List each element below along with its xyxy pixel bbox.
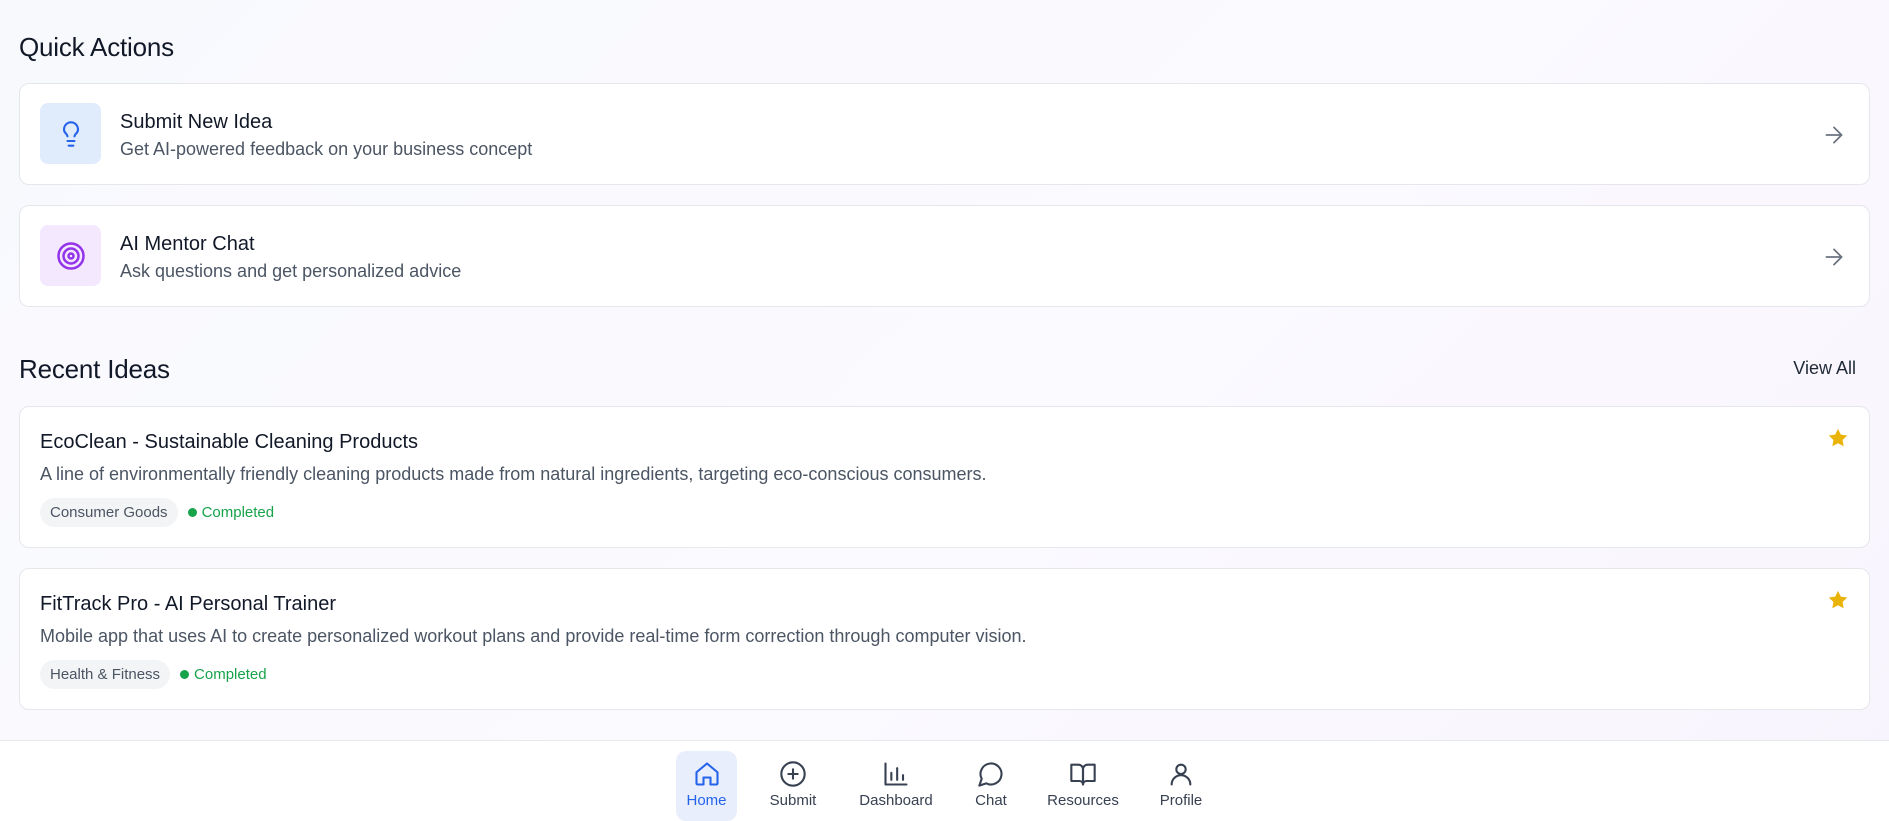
idea-tags: Health & Fitness Completed <box>40 660 267 689</box>
idea-title: FitTrack Pro - AI Personal Trainer <box>40 593 337 615</box>
idea-tags: Consumer Goods Completed <box>40 498 274 527</box>
idea-title: EcoClean - Sustainable Cleaning Products <box>40 431 418 453</box>
nav-label-resources: Resources <box>1047 792 1119 809</box>
nav-item-profile[interactable]: Profile <box>1151 751 1211 821</box>
ai-mentor-chat-card[interactable]: AI Mentor Chat Ask questions and get per… <box>19 205 1870 307</box>
chat-icon <box>978 762 1003 787</box>
nav-label-chat: Chat <box>975 792 1007 809</box>
qa-title: AI Mentor Chat <box>120 233 255 255</box>
status-label: Completed <box>201 504 275 521</box>
nav-label-profile: Profile <box>1159 792 1203 809</box>
target-icon <box>40 225 101 286</box>
category-tag: Health & Fitness <box>40 660 171 689</box>
bottom-navigation: Home Submit Dashboard Chat Resources Pro… <box>0 740 1889 821</box>
nav-item-home[interactable]: Home <box>676 751 737 821</box>
idea-card[interactable]: FitTrack Pro - AI Personal Trainer Mobil… <box>19 568 1870 710</box>
recent-ideas-heading: Recent Ideas <box>19 354 170 384</box>
plus-circle-icon <box>780 761 806 787</box>
quick-actions-heading: Quick Actions <box>19 32 174 62</box>
status-badge: Completed <box>187 504 275 521</box>
nav-label-home: Home <box>686 792 727 809</box>
idea-card[interactable]: EcoClean - Sustainable Cleaning Products… <box>19 406 1870 548</box>
qa-description: Ask questions and get personalized advic… <box>120 261 462 281</box>
nav-label-submit: Submit <box>769 792 817 809</box>
status-label: Completed <box>194 666 267 683</box>
arrow-right-icon <box>1825 248 1843 266</box>
lightbulb-icon <box>40 103 101 164</box>
status-dot <box>187 508 197 517</box>
qa-title: Submit New Idea <box>120 111 273 133</box>
view-all-link[interactable]: View All <box>1793 358 1856 379</box>
category-tag: Consumer Goods <box>40 498 178 527</box>
nav-item-resources[interactable]: Resources <box>1044 751 1122 821</box>
arrow-right-icon <box>1825 126 1843 144</box>
nav-item-chat[interactable]: Chat <box>966 751 1016 821</box>
qa-description: Get AI-powered feedback on your business… <box>120 139 533 159</box>
star-icon[interactable] <box>1827 589 1849 611</box>
nav-item-submit[interactable]: Submit <box>762 751 824 821</box>
star-icon[interactable] <box>1827 427 1849 449</box>
idea-description: A line of environmentally friendly clean… <box>40 464 987 484</box>
submit-new-idea-card[interactable]: Submit New Idea Get AI-powered feedback … <box>19 83 1870 185</box>
nav-label-dashboard: Dashboard <box>859 792 933 809</box>
bar-chart-icon <box>884 762 908 786</box>
user-icon <box>1170 763 1192 786</box>
idea-description: Mobile app that uses AI to create person… <box>40 626 1027 646</box>
book-icon <box>1070 763 1096 786</box>
home-icon <box>694 762 719 786</box>
status-dot <box>180 670 190 679</box>
nav-item-dashboard[interactable]: Dashboard <box>852 751 940 821</box>
status-badge: Completed <box>180 666 267 683</box>
